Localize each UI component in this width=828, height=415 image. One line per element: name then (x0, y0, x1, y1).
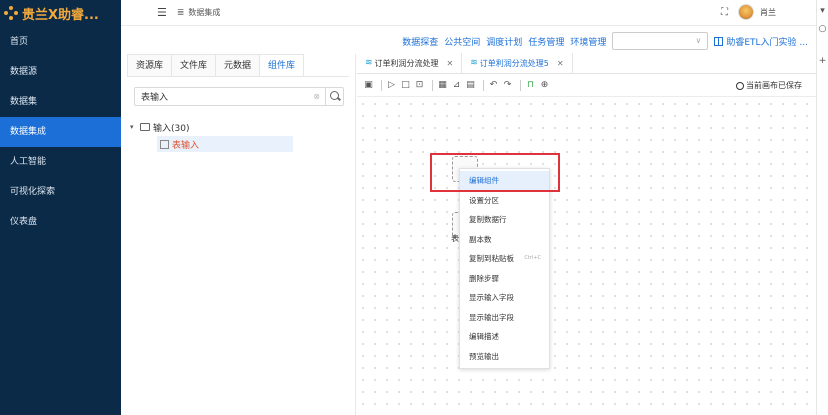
caret-down-icon[interactable]: ▾ (130, 123, 140, 131)
tab-repository[interactable]: 资源库 (127, 54, 173, 76)
chevron-down-icon: ∨ (695, 36, 702, 45)
menu-toggle-icon[interactable]: ☰ (157, 6, 167, 19)
component-tree: ▾ 输入(30) 表输入 (130, 120, 293, 152)
canvas[interactable]: 表 (357, 98, 816, 415)
tree-leaf-table-input[interactable]: 表输入 (157, 136, 293, 152)
tab-component-library[interactable]: 组件库 (259, 54, 305, 76)
component-search-input[interactable] (135, 88, 314, 105)
breadcrumb: 数据集成 (188, 8, 221, 17)
sidebar-item-datasource[interactable]: 数据源 (0, 57, 121, 87)
logo-icon (4, 6, 18, 20)
sidebar-item-dataset[interactable]: 数据集 (0, 87, 121, 117)
filter-icon[interactable]: ▾ (817, 6, 828, 16)
redo-icon[interactable]: ↷ (502, 80, 513, 91)
menu-item-delete-step[interactable]: 删除步骤 (460, 269, 549, 289)
lock-icon[interactable]: ⊓ (525, 80, 536, 91)
saved-status: 当前画布已保存 (736, 80, 802, 91)
menu-item-show-output-fields[interactable]: 显示输出字段 (460, 308, 549, 328)
username[interactable]: 肖兰 (760, 7, 776, 18)
tab-flow-1[interactable]: ≋ 订单利润分流处理 ✕ (357, 53, 463, 73)
run-icon[interactable]: ▷ (386, 80, 397, 91)
plus-icon[interactable]: + (817, 56, 828, 66)
search-icon[interactable] (325, 88, 343, 105)
clear-icon[interactable]: ⊗ (313, 92, 320, 101)
tree-group[interactable]: ▾ 输入(30) (130, 120, 293, 134)
close-icon[interactable]: ✕ (447, 59, 454, 68)
module-link-data-explore[interactable]: 数据探查 (402, 35, 438, 48)
menu-item-set-partition[interactable]: 设置分区 (460, 191, 549, 211)
book-icon (714, 36, 724, 46)
table-icon[interactable]: ▤ (465, 80, 476, 91)
module-link-env-manage[interactable]: 环境管理 (570, 35, 606, 48)
editor-tabs: ≋ 订单利润分流处理 ✕ ≋ 订单利润分流处理5 ✕ (357, 53, 816, 74)
app-logo-text: 贵兰X助睿... (22, 7, 99, 23)
tab-flow-2[interactable]: ≋ 订单利润分流处理5 ✕ (462, 53, 573, 73)
resource-panel: 资源库 文件库 元数据 组件库 ⊗ ▾ 输入(30) 表输入 (121, 54, 356, 415)
menu-item-copy-clipboard[interactable]: 复制到粘贴板 Ctrl+C (460, 249, 549, 269)
grid-icon[interactable]: ▦ (437, 80, 448, 91)
context-menu: 编辑组件 设置分区 复制数据行 副本数 复制到粘贴板 Ctrl+C 删除步骤 显… (459, 168, 550, 369)
flow-icon: ≋ (470, 58, 478, 68)
tab-metadata[interactable]: 元数据 (215, 54, 261, 76)
module-link-task-manage[interactable]: 任务管理 (528, 35, 564, 48)
right-edge-strip: ▾ ○ + (816, 0, 828, 415)
sidebar: 贵兰X助睿... 首页 数据源 数据集 数据集成 人工智能 可视化探索 仪表盘 (0, 0, 121, 415)
resource-tabs: 资源库 文件库 元数据 组件库 (127, 54, 349, 77)
help-link[interactable]: 助睿ETL入门实验 ... (714, 35, 808, 48)
folder-icon (140, 123, 150, 131)
module-link-public-space[interactable]: 公共空间 (444, 35, 480, 48)
tab-file-library[interactable]: 文件库 (171, 54, 217, 76)
menu-item-preview-output[interactable]: 预览输出 (460, 347, 549, 367)
search-icon[interactable]: ○ (817, 24, 828, 34)
save-icon[interactable]: ▣ (363, 80, 374, 91)
module-nav: 数据探查 公共空间 调度计划 任务管理 环境管理 ∨ 助睿ETL入门实验 ... (121, 28, 816, 54)
menu-item-copies[interactable]: 副本数 (460, 230, 549, 250)
app-logo[interactable]: 贵兰X助睿... (0, 0, 121, 26)
top-header: ☰ ≣ 数据集成 ⛶ 肖兰 (121, 0, 816, 26)
menu-item-show-input-fields[interactable]: 显示输入字段 (460, 288, 549, 308)
share-icon[interactable]: ⊕ (539, 80, 550, 91)
node-label: 表 (451, 234, 459, 243)
sidebar-item-dashboard[interactable]: 仪表盘 (0, 207, 121, 237)
project-select[interactable]: ∨ (612, 32, 709, 50)
sidebar-item-data-integration[interactable]: 数据集成 (0, 117, 121, 147)
clock-icon (736, 81, 744, 90)
tree-leaf-label: 表输入 (172, 140, 200, 151)
shortcut-hint: Ctrl+C (524, 255, 541, 261)
highlight-box (430, 153, 560, 192)
menu-item-edit-description[interactable]: 编辑描述 (460, 327, 549, 347)
sidebar-item-ai[interactable]: 人工智能 (0, 147, 121, 177)
fullscreen-icon[interactable]: ⛶ (721, 7, 728, 18)
canvas-toolbar: ▣ ▷ □ ⊡ ▦ ⊿ ▤ ↶ ↷ ⊓ ⊕ 当前画布已保存 (357, 75, 816, 97)
sidebar-item-home[interactable]: 首页 (0, 27, 121, 57)
module-link-schedule[interactable]: 调度计划 (486, 35, 522, 48)
menu-item-copy-rows[interactable]: 复制数据行 (460, 210, 549, 230)
sidebar-item-visual-explore[interactable]: 可视化探索 (0, 177, 121, 207)
avatar[interactable] (738, 4, 754, 20)
undo-icon[interactable]: ↶ (488, 80, 499, 91)
flow-icon: ≋ (365, 58, 373, 68)
tree-group-label: 输入(30) (153, 123, 190, 134)
table-input-icon (160, 139, 169, 149)
stop-icon[interactable]: □ (400, 80, 411, 91)
close-icon[interactable]: ✕ (557, 59, 564, 68)
breadcrumb-list-icon: ≣ (176, 7, 185, 18)
chart-icon[interactable]: ⊿ (451, 80, 462, 91)
preview-icon[interactable]: ⊡ (414, 80, 425, 91)
component-search: ⊗ (134, 87, 344, 106)
